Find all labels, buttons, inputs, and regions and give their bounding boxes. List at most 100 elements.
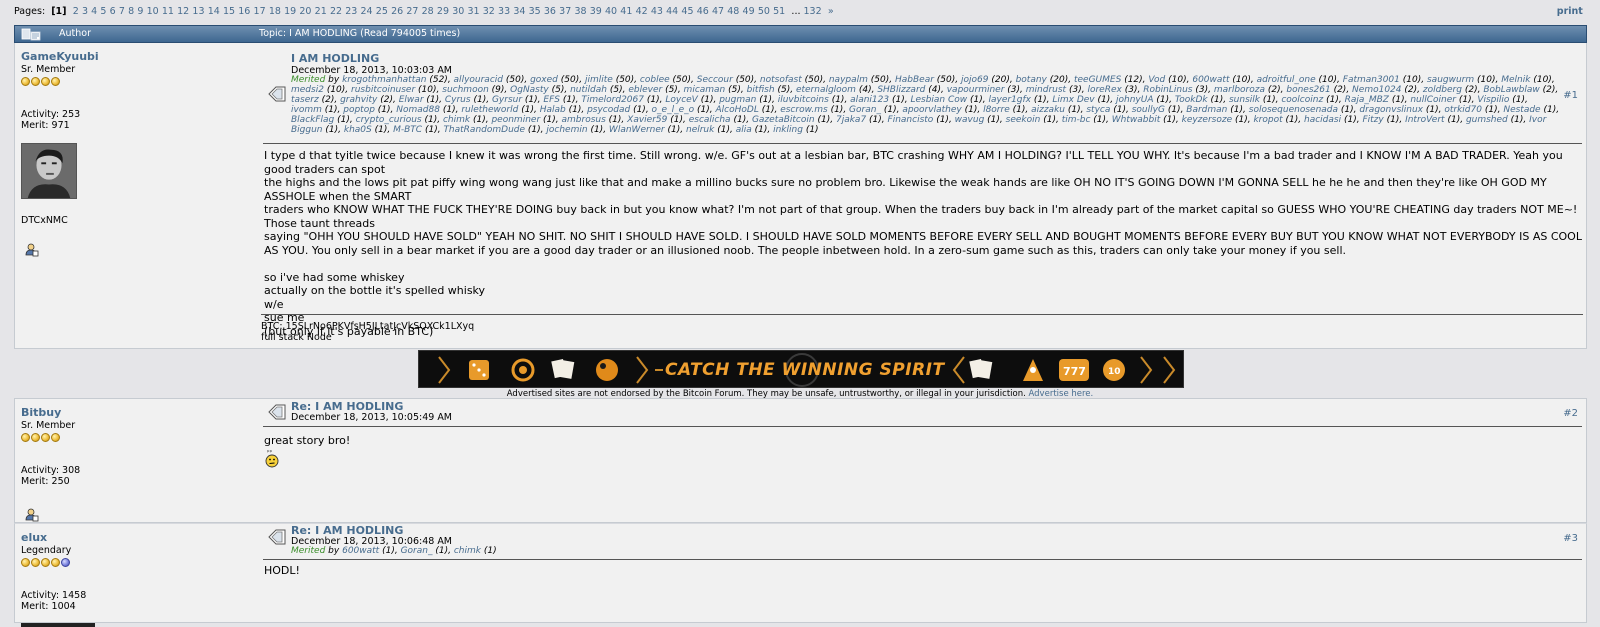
page-link[interactable]: 25 xyxy=(376,6,388,17)
merit-user-link[interactable]: gumshed xyxy=(1466,115,1508,125)
merit-user-link[interactable]: Timelord2067 xyxy=(581,95,644,105)
page-link[interactable]: 16 xyxy=(238,6,250,17)
page-link[interactable]: 8 xyxy=(128,6,134,17)
page-link[interactable]: 15 xyxy=(223,6,235,17)
page-link[interactable]: 40 xyxy=(605,6,617,17)
page-link[interactable]: 44 xyxy=(666,6,678,17)
merit-user-link[interactable]: nutildah xyxy=(570,85,607,95)
merit-user-link[interactable]: escrow.ms xyxy=(780,105,827,115)
merit-user-link[interactable]: IntroVert xyxy=(1405,115,1445,125)
page-link[interactable]: 36 xyxy=(544,6,556,17)
page-link[interactable]: 43 xyxy=(651,6,663,17)
post-subject[interactable]: I AM HODLING xyxy=(291,52,379,65)
profile-icon[interactable] xyxy=(25,243,39,257)
merit-user-link[interactable]: alani123 xyxy=(850,95,889,105)
merit-user-link[interactable]: Xavier59 xyxy=(627,115,667,125)
merit-user-link[interactable]: bones261 xyxy=(1286,85,1330,95)
merit-user-link[interactable]: allyouracid xyxy=(454,75,503,85)
post-number[interactable]: #3 xyxy=(1563,533,1578,544)
merit-user-link[interactable]: johnyUA xyxy=(1116,95,1154,105)
merit-user-link[interactable]: Goran_ xyxy=(849,105,881,115)
page-link[interactable]: 45 xyxy=(681,6,693,17)
merit-user-link[interactable]: bitfish xyxy=(747,85,775,95)
page-link[interactable]: 17 xyxy=(254,6,266,17)
merit-user-link[interactable]: vapourminer xyxy=(947,85,1005,95)
merit-user-link[interactable]: Nestade xyxy=(1503,105,1540,115)
page-link[interactable]: 32 xyxy=(483,6,495,17)
page-link[interactable]: 19 xyxy=(284,6,296,17)
merit-user-link[interactable]: 600watt xyxy=(342,546,379,556)
page-link[interactable]: 49 xyxy=(743,6,755,17)
merit-user-link[interactable]: saugwurm xyxy=(1427,75,1474,85)
page-link[interactable]: 27 xyxy=(406,6,418,17)
merit-user-link[interactable]: peonminer xyxy=(491,115,540,125)
merit-user-link[interactable]: layer1gfx xyxy=(989,95,1032,105)
advertisement-banner[interactable]: 777 10 CATCH THE WINNING SPIRIT xyxy=(418,350,1184,388)
merit-user-link[interactable]: nelruk xyxy=(686,125,714,135)
merit-user-link[interactable]: LoyceV xyxy=(665,95,698,105)
merit-user-link[interactable]: otrkid70 xyxy=(1444,105,1482,115)
merit-user-link[interactable]: psycodad xyxy=(587,105,630,115)
merit-user-link[interactable]: suchmoon xyxy=(442,85,489,95)
post-number[interactable]: #1 xyxy=(1563,90,1578,101)
page-link[interactable]: 24 xyxy=(361,6,373,17)
merit-user-link[interactable]: OgNasty xyxy=(510,85,549,95)
merit-user-link[interactable]: poptop xyxy=(343,105,375,115)
merit-user-link[interactable]: SHBlizzard xyxy=(877,85,925,95)
merit-user-link[interactable]: Lesbian Cow xyxy=(910,95,967,105)
merit-user-link[interactable]: naypalm xyxy=(829,75,868,85)
page-link[interactable]: 38 xyxy=(574,6,586,17)
page-link[interactable]: 41 xyxy=(620,6,632,17)
merit-user-link[interactable]: Melnik xyxy=(1501,75,1530,85)
merit-user-link[interactable]: Vod xyxy=(1148,75,1165,85)
merit-user-link[interactable]: EFS xyxy=(543,95,560,105)
merit-user-link[interactable]: aizzaku xyxy=(1031,105,1065,115)
page-link[interactable]: 4 xyxy=(91,6,97,17)
merit-user-link[interactable]: kha0S xyxy=(344,125,372,135)
merit-user-link[interactable]: jimlite xyxy=(585,75,613,85)
page-link[interactable]: 48 xyxy=(727,6,739,17)
merit-user-link[interactable]: o_e_l_e_o xyxy=(652,105,695,115)
merit-user-link[interactable]: inkling xyxy=(773,125,803,135)
page-link[interactable]: 29 xyxy=(437,6,449,17)
page-link[interactable]: 31 xyxy=(467,6,479,17)
merit-user-link[interactable]: GazetaBitcoin xyxy=(752,115,815,125)
merit-user-link[interactable]: adroitful_one xyxy=(1257,75,1316,85)
merit-user-link[interactable]: AlcoHoDL xyxy=(716,105,759,115)
merit-user-link[interactable]: BlackFlag xyxy=(291,115,334,125)
merit-user-link[interactable]: Limx Dev xyxy=(1052,95,1094,105)
post-number[interactable]: #2 xyxy=(1563,408,1578,419)
merit-user-link[interactable]: TookDk xyxy=(1175,95,1208,105)
merit-user-link[interactable]: Elwar xyxy=(399,95,424,105)
merit-user-link[interactable]: Financisto xyxy=(888,115,934,125)
page-link[interactable]: 26 xyxy=(391,6,403,17)
page-link[interactable]: 42 xyxy=(636,6,648,17)
page-link[interactable]: 2 xyxy=(73,6,79,17)
merit-user-link[interactable]: 600watt xyxy=(1192,75,1229,85)
merit-user-link[interactable]: coolcoinz xyxy=(1281,95,1323,105)
merit-user-link[interactable]: marlboroza xyxy=(1214,85,1265,95)
page-link[interactable]: 5 xyxy=(100,6,106,17)
merit-user-link[interactable]: botany xyxy=(1016,75,1047,85)
poster-username[interactable]: GameKyuubi xyxy=(21,50,241,63)
next-page-link[interactable]: » xyxy=(828,6,834,17)
merit-user-link[interactable]: crypto_curious xyxy=(356,115,422,125)
page-link[interactable]: 13 xyxy=(192,6,204,17)
merit-user-link[interactable]: keyzersoze xyxy=(1182,115,1233,125)
page-link[interactable]: 7 xyxy=(119,6,125,17)
page-link[interactable]: 21 xyxy=(315,6,327,17)
page-link[interactable]: 34 xyxy=(513,6,525,17)
page-link[interactable]: 12 xyxy=(177,6,189,17)
merit-user-link[interactable]: Vispilio xyxy=(1477,95,1509,105)
page-link[interactable]: 33 xyxy=(498,6,510,17)
page-link[interactable]: 3 xyxy=(82,6,88,17)
merit-user-link[interactable]: pugman xyxy=(719,95,756,105)
merit-user-link[interactable]: micaman xyxy=(684,85,726,95)
merit-user-link[interactable]: chimk xyxy=(443,115,470,125)
merit-user-link[interactable]: taserz xyxy=(291,95,319,105)
merit-user-link[interactable]: loreRex xyxy=(1087,85,1121,95)
page-link-last[interactable]: 132 xyxy=(804,6,822,17)
merit-user-link[interactable]: notsofast xyxy=(760,75,802,85)
poster-username[interactable]: elux xyxy=(21,531,241,544)
merit-user-link[interactable]: M-BTC xyxy=(393,125,422,135)
